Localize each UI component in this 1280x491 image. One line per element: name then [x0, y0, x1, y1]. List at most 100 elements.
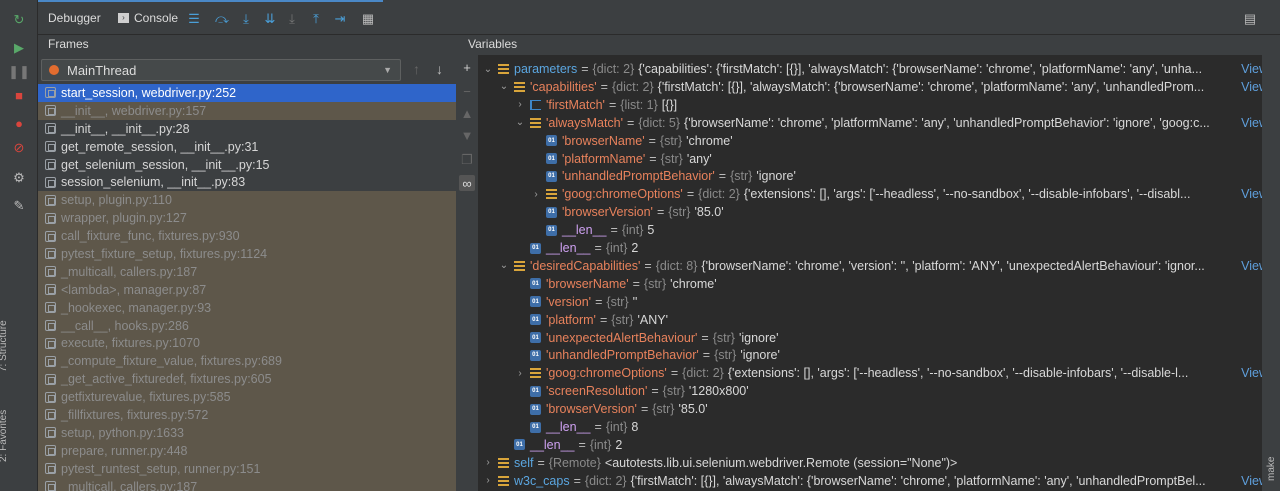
settings-icon[interactable]: ⚙	[10, 168, 28, 186]
frame-item[interactable]: _multicall, callers.py:187	[38, 477, 456, 491]
view-breakpoints-icon[interactable]: ●	[10, 114, 28, 132]
favorites-tool-label[interactable]: 2: Favorites	[0, 410, 9, 462]
chevron-right-icon[interactable]: ›	[482, 457, 494, 468]
structure-tool-label[interactable]: 7: Structure	[0, 320, 9, 372]
show-watches-icon[interactable]: ∞	[459, 175, 475, 191]
variable-name: 'browserName'	[562, 133, 645, 148]
frame-item[interactable]: _multicall, callers.py:187	[38, 262, 456, 281]
variable-type: {str}	[643, 276, 667, 291]
variable-name: 'goog:chromeOptions'	[562, 187, 683, 202]
chevron-right-icon[interactable]: ›	[514, 368, 526, 379]
chevron-down-icon[interactable]: ⌄	[482, 64, 494, 75]
variable-row[interactable]: 01 'browserVersion' = {str} '85.0'	[478, 203, 1268, 221]
make-tool-label[interactable]: make	[1266, 457, 1277, 481]
pause-icon[interactable]: ❚❚	[8, 62, 30, 80]
variable-row[interactable]: › w3c_caps = {dict: 2} {'firstMatch': [{}], …	[478, 471, 1268, 490]
variable-row[interactable]: 01 'unhandledPromptBehavior' = {str}'ignore…	[478, 167, 1268, 185]
move-up-icon[interactable]: ▲	[459, 105, 475, 121]
frame-item[interactable]: session_selenium, __init__.py:83	[38, 173, 456, 191]
move-down-icon[interactable]: ▼	[459, 127, 475, 143]
copy-icon[interactable]: ❐	[459, 151, 475, 167]
equals-sign: =	[718, 169, 727, 184]
tab-console[interactable]: › Console	[118, 8, 178, 28]
chevron-down-icon[interactable]: ⌄	[514, 117, 526, 128]
variable-row[interactable]: 01 'browserVersion' = {str} '85.0'	[478, 400, 1268, 418]
remove-watch-icon[interactable]: −	[459, 83, 475, 99]
variable-row[interactable]: › self = {Remote} <autotests.lib.ui.selenium…	[478, 454, 1268, 472]
frame-item[interactable]: <lambda>, manager.py:87	[38, 280, 456, 299]
force-step-into-icon[interactable]: ⇊	[262, 10, 278, 26]
frame-item[interactable]: setup, plugin.py:110	[38, 191, 456, 210]
frame-item[interactable]: _fillfixtures, fixtures.py:572	[38, 406, 456, 424]
variable-name: 'firstMatch'	[546, 97, 605, 112]
variable-row[interactable]: 01 'version' = {str} ''	[478, 293, 1268, 311]
frame-item[interactable]: prepare, runner.py:448	[38, 441, 456, 460]
variable-type: {str}	[660, 151, 683, 166]
frame-item[interactable]: _compute_fixture_value, fixtures.py:689	[38, 352, 456, 371]
layout-settings-icon[interactable]: ▤	[1242, 10, 1258, 26]
resume-icon[interactable]: ▶	[10, 38, 28, 56]
frame-item[interactable]: __init__, webdriver.py:157	[38, 101, 456, 120]
variable-row[interactable]: › 'goog:chromeOptions' = {dict: 2} {'extensi…	[478, 364, 1268, 383]
frame-item[interactable]: __init__, __init__.py:28	[38, 120, 456, 138]
variable-row[interactable]: › 'firstMatch' = {list: 1}[{}]	[478, 96, 1268, 114]
variable-row[interactable]: ⌄ 'capabilities' = {dict: 2} {'firstMatch': …	[478, 77, 1268, 96]
frame-item[interactable]: _get_active_fixturedef, fixtures.py:605	[38, 370, 456, 389]
variable-row[interactable]: ⌄ parameters = {dict: 2} {'capabilities': {'…	[478, 60, 1268, 78]
step-into-icon[interactable]: ⤓	[238, 10, 254, 26]
chevron-down-icon[interactable]: ⌄	[498, 81, 510, 92]
tab-debugger[interactable]: Debugger	[48, 8, 101, 28]
frame-item[interactable]: call_fixture_func, fixtures.py:930	[38, 227, 456, 246]
primitive-icon: 01	[546, 206, 557, 218]
stop-icon[interactable]: ■	[10, 86, 28, 104]
frame-down-icon[interactable]: ↓	[436, 62, 443, 76]
rerun-icon[interactable]: ↻	[10, 10, 28, 28]
step-over-icon[interactable]: ⤼	[214, 10, 230, 26]
variable-row[interactable]: 01 __len__ = {int} 2	[478, 239, 1268, 257]
frame-item[interactable]: wrapper, plugin.py:127	[38, 209, 456, 228]
variable-row[interactable]: 01 'platform' = {str} 'ANY'	[478, 311, 1268, 329]
variable-value: <autotests.lib.ui.selenium.webdriver.Rem…	[604, 455, 958, 470]
variable-row[interactable]: 01 'screenResolution' = {str} '1280x800'	[478, 382, 1268, 400]
frame-item[interactable]: execute, fixtures.py:1070	[38, 334, 456, 353]
frame-up-icon[interactable]: ↑	[413, 62, 420, 76]
chevron-right-icon[interactable]: ›	[482, 475, 494, 486]
evaluate-expression-icon[interactable]: ▦	[360, 10, 376, 26]
smart-step-icon[interactable]: ⤓	[284, 10, 300, 26]
frame-item[interactable]: __call__, hooks.py:286	[38, 316, 456, 335]
variable-row[interactable]: ⌄ 'desiredCapabilities' = {dict: 8} {'browse…	[478, 256, 1268, 275]
frame-item[interactable]: getfixturevalue, fixtures.py:585	[38, 388, 456, 407]
variable-row[interactable]: 01 __len__ = {int} 2	[478, 436, 1268, 454]
frame-label: __init__, webdriver.py:157	[61, 103, 207, 118]
pin-icon[interactable]: ✎	[10, 196, 28, 214]
variable-row[interactable]: 01 'unhandledPromptBehavior' = {str}'ignore…	[478, 346, 1268, 364]
variable-row[interactable]: 01 'unexpectedAlertBehaviour' = {str}'ignor…	[478, 329, 1268, 347]
variable-row[interactable]: 01 'browserName' = {str}'chrome'	[478, 132, 1268, 150]
variable-value: {'extensions': [], 'args': ['--headless'…	[743, 187, 1191, 202]
frame-item[interactable]: _hookexec, manager.py:93	[38, 298, 456, 317]
step-out-icon[interactable]: ⤒	[308, 10, 324, 26]
frame-item[interactable]: pytest_fixture_setup, fixtures.py:1124	[38, 245, 456, 263]
variable-row[interactable]: 01 __len__ = {int} 8	[478, 418, 1268, 436]
thread-dropdown[interactable]: MainThread ▼	[41, 59, 401, 81]
frame-item[interactable]: get_remote_session, __init__.py:31	[38, 138, 456, 156]
new-watch-icon[interactable]: +	[459, 59, 475, 75]
variable-row[interactable]: ⌄ 'alwaysMatch' = {dict: 5} {'browserName': …	[478, 113, 1268, 132]
frame-item[interactable]: setup, python.py:1633	[38, 423, 456, 442]
chevron-right-icon[interactable]: ›	[514, 99, 526, 110]
variable-name: w3c_caps	[514, 473, 570, 488]
frame-item[interactable]: get_selenium_session, __init__.py:15	[38, 156, 456, 174]
variable-row[interactable]: › 'goog:chromeOptions' = {dict: 2} {'extensi…	[478, 185, 1268, 204]
variable-row[interactable]: 01 __len__ = {int} 5	[478, 221, 1268, 239]
run-to-cursor-icon[interactable]: ⇥	[332, 10, 348, 26]
restore-layout-icon[interactable]: ☰	[186, 10, 202, 26]
frame-item[interactable]: pytest_runtest_setup, runner.py:151	[38, 459, 456, 478]
variable-type: {dict: 8}	[655, 258, 698, 273]
chevron-right-icon[interactable]: ›	[530, 189, 542, 200]
mute-breakpoints-icon[interactable]: ⊘	[10, 138, 28, 156]
chevron-down-icon[interactable]: ⌄	[498, 260, 510, 271]
frame-item[interactable]: start_session, webdriver.py:252	[38, 84, 456, 102]
primitive-icon: 01	[530, 296, 541, 308]
variable-row[interactable]: 01 'browserName' = {str}'chrome'	[478, 275, 1268, 293]
variable-row[interactable]: 01 'platformName' = {str}'any'	[478, 150, 1268, 168]
